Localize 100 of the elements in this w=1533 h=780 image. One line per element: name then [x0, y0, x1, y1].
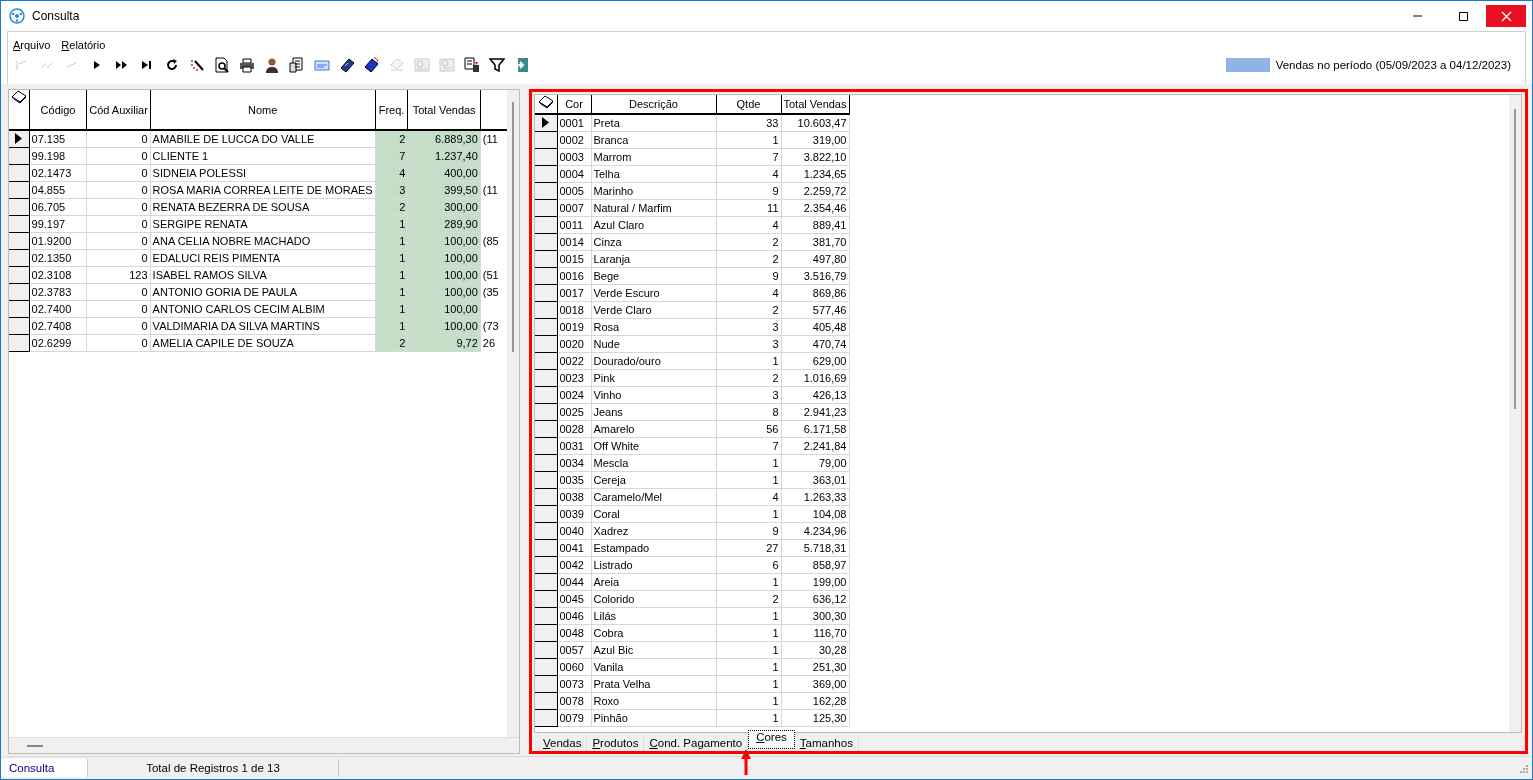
table-cell: Verde Escuro [591, 284, 716, 302]
table-cell: 0 [86, 147, 151, 165]
table-cell: 0 [86, 198, 151, 216]
resize-grip-icon[interactable] [1519, 763, 1528, 773]
table-cell: 04.855 [29, 181, 87, 199]
vertical-scrollbar[interactable] [1509, 95, 1521, 732]
column-header[interactable]: Freq. [375, 90, 408, 130]
table-cell: 629,00 [781, 352, 849, 370]
book-icon[interactable] [10, 90, 27, 104]
table-cell: 0005 [557, 182, 591, 200]
table-cell: ISABEL RAMOS SILVA [150, 266, 376, 284]
print-preview-icon[interactable] [214, 57, 230, 73]
table-cell: 1 [716, 352, 781, 370]
table-cell: 56 [716, 420, 781, 438]
table-cell: 0020 [557, 335, 591, 353]
person-icon[interactable] [264, 57, 280, 73]
table-cell: 0 [86, 215, 151, 233]
table-cell: CLIENTE 1 [150, 147, 376, 165]
table-cell: 07.135 [29, 130, 87, 148]
table-cell: 251,30 [781, 658, 849, 676]
table-cell: AMELIA CAPILE DE SOUZA [150, 334, 376, 352]
table-cell: 2.241,84 [781, 437, 849, 455]
printer-icon[interactable] [239, 57, 255, 73]
table-cell: 0 [86, 164, 151, 182]
table-cell: 470,74 [781, 335, 849, 353]
table-cell: Off White [591, 437, 716, 455]
vertical-scrollbar[interactable] [507, 90, 519, 737]
table-cell: 381,70 [781, 233, 849, 251]
maximize-icon[interactable] [1457, 10, 1469, 22]
table-cell: Marinho [591, 182, 716, 200]
menu-item[interactable]: Relatório [61, 39, 106, 51]
horizontal-scrollbar[interactable] [9, 737, 519, 753]
table-cell: RENATA BEZERRA DE SOUSA [150, 198, 376, 216]
table-cell: 0007 [557, 199, 591, 217]
table-cell: 4 [716, 165, 781, 183]
table-cell: 116,70 [781, 624, 849, 642]
column-header[interactable]: Total Vendas [407, 90, 481, 130]
table-cell: 0 [86, 317, 151, 335]
magic-wand-icon[interactable] [189, 57, 205, 73]
table-cell: 0022 [557, 352, 591, 370]
table-cell: 0048 [557, 624, 591, 642]
legend-label: Vendas no período (05/09/2023 a 04/12/2023) [1275, 59, 1511, 71]
table-cell: 02.1473 [29, 164, 87, 182]
table-cell: 3 [716, 386, 781, 404]
table-cell: 497,80 [781, 250, 849, 268]
table-cell: Pink [591, 369, 716, 387]
table-cell: 3 [716, 335, 781, 353]
table-cell: 0044 [557, 573, 591, 591]
table-cell: ROSA MARIA CORREA LEITE DE MORAES [150, 181, 376, 199]
table-cell: (11 [480, 181, 507, 199]
table-cell: Bege [591, 267, 716, 285]
table-cell: Azul Claro [591, 216, 716, 234]
table-cell: 3.516,79 [781, 267, 849, 285]
table-cell: Cereja [591, 471, 716, 489]
table-cell: 369,00 [781, 675, 849, 693]
table-cell: 2.259,72 [781, 182, 849, 200]
column-header[interactable]: Total Vendas [781, 95, 849, 114]
table-cell: 9 [716, 522, 781, 540]
column-header[interactable]: Descrição [591, 95, 716, 114]
table-cell: Natural / Marfim [591, 199, 716, 217]
table-cell: 869,86 [781, 284, 849, 302]
table-cell: Laranja [591, 250, 716, 268]
table-cell: 2 [716, 369, 781, 387]
column-header[interactable]: Cód Auxiliar [86, 90, 151, 130]
export-icon[interactable] [464, 57, 480, 73]
documents-icon[interactable] [289, 57, 305, 73]
table-cell: 1 [716, 709, 781, 727]
table-cell: 30,28 [781, 641, 849, 659]
table-cell: Caramelo/Mel [591, 488, 716, 506]
table-cell: 300,30 [781, 607, 849, 625]
table-cell: 0031 [557, 437, 591, 455]
funnel-icon[interactable] [489, 57, 505, 73]
table-cell: 0040 [557, 522, 591, 540]
table-cell: AMABILE DE LUCCA DO VALLE [150, 130, 376, 148]
column-header[interactable]: Cor [557, 95, 591, 114]
table-cell: 1 [716, 624, 781, 642]
refresh-icon[interactable] [164, 57, 180, 73]
column-header[interactable]: Código [29, 90, 87, 130]
table-cell: 1 [716, 607, 781, 625]
table-cell: 0034 [557, 454, 591, 472]
table-cell: 1 [716, 454, 781, 472]
tab[interactable]: Cores [748, 730, 795, 749]
table-cell: 0003 [557, 148, 591, 166]
table-cell: 199,00 [781, 573, 849, 591]
column-header[interactable]: Qtde [716, 95, 781, 114]
book-icon[interactable] [537, 95, 554, 109]
table-cell: 10.603,47 [781, 114, 849, 132]
table-cell: 02.7408 [29, 317, 87, 335]
table-cell: 0 [86, 334, 151, 352]
status-text: Total de Registros 1 de 13 [88, 759, 339, 777]
table-cell: 2.941,23 [781, 403, 849, 421]
table-cell: Listrado [591, 556, 716, 574]
column-header[interactable]: Nome [150, 90, 376, 130]
table-cell: 1 [716, 131, 781, 149]
close-icon[interactable] [1500, 10, 1512, 22]
table-cell: 9 [716, 182, 781, 200]
menu-item[interactable]: Arquivo [13, 39, 51, 51]
table-cell: 0079 [557, 709, 591, 727]
table-cell: 0 [86, 300, 151, 318]
table-cell: 0019 [557, 318, 591, 336]
